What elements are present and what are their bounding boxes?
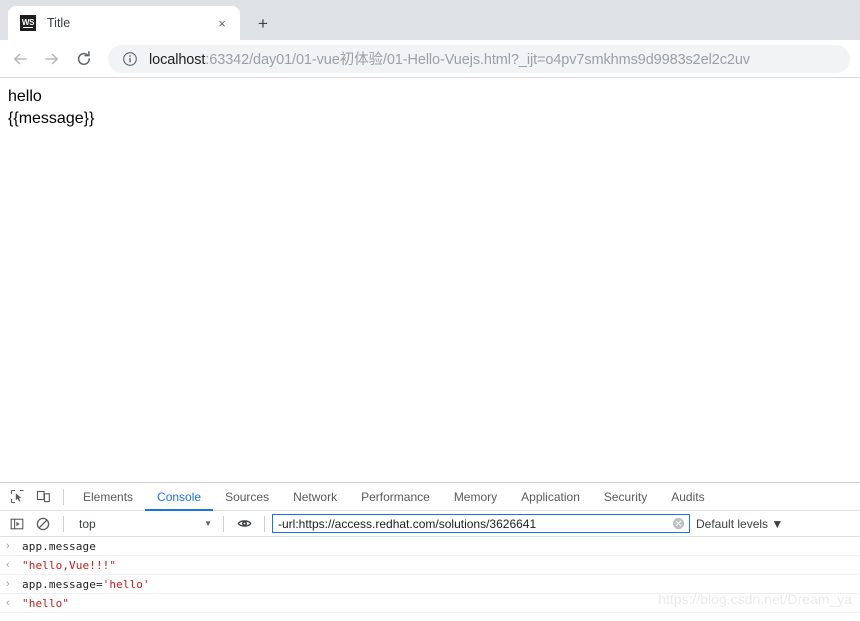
console-filter-value: -url:https://access.redhat.com/solutions… [278, 516, 537, 531]
toolbar-divider [264, 515, 265, 532]
input-marker-icon: › [6, 577, 10, 590]
console-message-row[interactable]: › app.message [0, 537, 860, 556]
devtools-panel: Elements Console Sources Network Perform… [0, 482, 860, 621]
tab-application[interactable]: Application [509, 483, 592, 511]
address-bar[interactable]: localhost:63342/day01/01-vue初体验/01-Hello… [108, 44, 850, 73]
tab-audits[interactable]: Audits [659, 483, 716, 511]
console-output-text: "hello" [22, 597, 69, 610]
new-tab-button[interactable]: + [249, 9, 277, 37]
console-string: 'hello' [102, 577, 150, 591]
clear-console-button[interactable] [30, 512, 56, 536]
console-message-row[interactable]: › app.message='hello' [0, 575, 860, 594]
toolbar-divider [63, 515, 64, 532]
tab-console[interactable]: Console [145, 483, 214, 511]
close-icon[interactable]: × [214, 15, 230, 31]
device-toolbar-icon [36, 490, 50, 503]
output-marker-icon: ‹ [6, 558, 10, 571]
browser-window: WS Title × + localhost:63342/day01/01-vu… [0, 0, 860, 621]
input-marker-icon: › [6, 539, 10, 552]
tab-network[interactable]: Network [281, 483, 349, 511]
webstorm-favicon: WS [20, 15, 36, 31]
tab-title: Title [47, 16, 71, 30]
tab-sources[interactable]: Sources [213, 483, 281, 511]
toolbar-divider [63, 488, 64, 505]
console-input-text: app.message [22, 540, 96, 553]
inspect-element-icon [10, 489, 23, 504]
forward-button[interactable] [36, 43, 68, 75]
page-viewport: hello {{message}} [0, 78, 860, 482]
tab-security[interactable]: Security [592, 483, 659, 511]
tab-elements[interactable]: Elements [71, 483, 145, 511]
console-string: "hello,Vue!!!" [22, 558, 117, 572]
clear-filter-icon[interactable] [672, 517, 685, 530]
page-text-line: {{message}} [8, 110, 95, 127]
execution-context-label: top [79, 516, 96, 531]
console-sidebar-icon [10, 518, 24, 529]
browser-tab-active[interactable]: WS Title × [8, 6, 240, 40]
console-toolbar: top ▼ -url:https://access.redhat.com/sol… [0, 511, 860, 537]
console-code: app.message= [22, 577, 103, 591]
console-sidebar-button[interactable] [4, 512, 30, 536]
tab-strip: WS Title × + [0, 0, 860, 40]
inspect-element-button[interactable] [4, 485, 30, 509]
info-circle-icon[interactable] [122, 51, 138, 67]
console-string: "hello" [22, 596, 70, 610]
arrow-right-icon [45, 53, 59, 64]
page-text-line: hello [8, 88, 42, 105]
devtools-tabbar: Elements Console Sources Network Perform… [0, 483, 860, 511]
chevron-down-icon: ▼ [204, 519, 212, 528]
back-button[interactable] [4, 43, 36, 75]
console-filter-input[interactable]: -url:https://access.redhat.com/solutions… [272, 514, 690, 533]
console-message-row[interactable]: ‹ "hello" [0, 594, 860, 613]
reload-button[interactable] [68, 43, 100, 75]
tab-memory[interactable]: Memory [442, 483, 509, 511]
live-expression-button[interactable] [231, 512, 257, 536]
toolbar-divider [223, 515, 224, 532]
output-marker-icon: ‹ [6, 596, 10, 609]
browser-toolbar: localhost:63342/day01/01-vue初体验/01-Hello… [0, 40, 860, 78]
url-path: :63342/day01/01-vue初体验/01-Hello-Vuejs.ht… [205, 52, 750, 68]
console-code: app.message [22, 539, 96, 553]
url-host: localhost [149, 52, 206, 68]
console-message-list[interactable]: › app.message ‹ "hello,Vue!!!" › app.mes… [0, 537, 860, 621]
reload-icon [77, 50, 90, 65]
console-output-text: "hello,Vue!!!" [22, 559, 116, 572]
console-message-row[interactable]: ‹ "hello,Vue!!!" [0, 556, 860, 575]
execution-context-select[interactable]: top ▼ [71, 514, 216, 534]
url-text: localhost:63342/day01/01-vue初体验/01-Hello… [149, 48, 750, 69]
clear-console-icon [36, 517, 50, 530]
device-toolbar-button[interactable] [30, 485, 56, 509]
live-expression-eye-icon [237, 520, 251, 527]
arrow-left-icon [13, 53, 27, 64]
console-input-text: app.message='hello' [22, 578, 150, 591]
log-levels-dropdown[interactable]: Default levels ▼ [696, 517, 791, 531]
tab-performance[interactable]: Performance [349, 483, 442, 511]
